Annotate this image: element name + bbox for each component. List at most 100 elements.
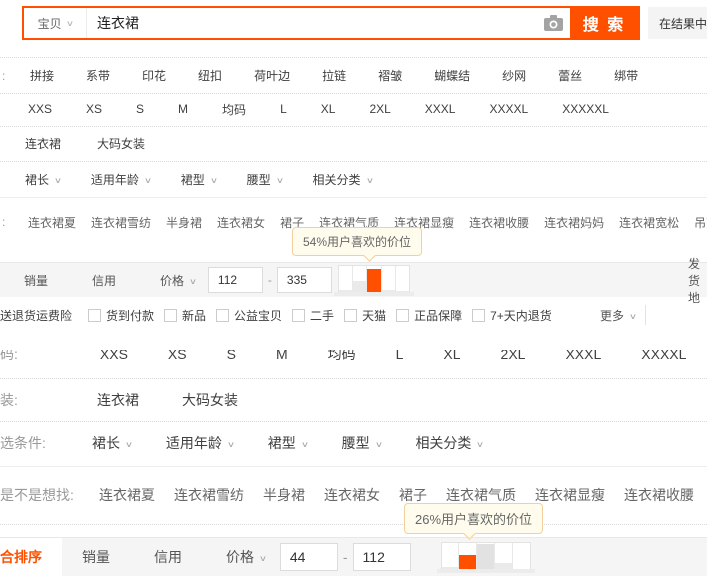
related-search-link[interactable]: 连衣裙雪纺 [174, 485, 244, 505]
price-max-input[interactable] [352, 543, 411, 571]
price-min-input[interactable] [279, 543, 338, 571]
related-search-link[interactable]: 连衣裙女 [324, 485, 380, 505]
size-option[interactable]: L [280, 102, 287, 116]
size-option[interactable]: XS [86, 102, 102, 116]
histogram-bar-fill [477, 544, 494, 571]
style-tag[interactable]: 系带 [86, 67, 110, 84]
attribute-dropdown[interactable]: 裙长 [92, 433, 132, 453]
category-option[interactable]: 连衣裙 [25, 135, 61, 152]
histogram-bar[interactable] [459, 543, 478, 571]
sort-by-credit[interactable]: 信用 [154, 547, 182, 567]
size-option[interactable]: 2XL [369, 102, 390, 116]
size-option[interactable]: XXXL [565, 350, 601, 362]
search-input[interactable] [87, 8, 536, 38]
size-option[interactable]: 均码 [328, 350, 356, 364]
attribute-dropdown[interactable]: 裙型 [181, 171, 217, 188]
service-checkbox[interactable]: 7+天内退货 [472, 307, 552, 324]
related-search-link[interactable]: 连衣裙收腰 [624, 485, 694, 505]
size-option[interactable]: S [136, 102, 144, 116]
related-search-link[interactable]: 裙子 [399, 485, 427, 505]
related-search-link[interactable]: 连衣裙宽松 [619, 214, 679, 231]
size-option[interactable]: XL [443, 350, 460, 362]
size-option[interactable]: M [178, 102, 188, 116]
size-option[interactable]: S [227, 350, 236, 362]
size-option[interactable]: 均码 [222, 101, 246, 118]
size-option[interactable]: 2XL [501, 350, 526, 362]
camera-icon[interactable] [536, 8, 570, 38]
sort-by-sales[interactable]: 销量 [24, 272, 48, 289]
size-option[interactable]: XXXXL [641, 350, 686, 362]
service-checkbox[interactable]: 天猫 [344, 307, 386, 324]
related-search-link[interactable]: 连衣裙显瘦 [535, 485, 605, 505]
related-search-link[interactable]: 连衣裙妈妈 [544, 214, 604, 231]
attribute-dropdown[interactable]: 相关分类 [415, 433, 483, 453]
attribute-dropdown[interactable]: 裙型 [268, 433, 308, 453]
size-option[interactable]: XXXXL [489, 102, 528, 116]
service-checkbox[interactable]: 正品保障 [396, 307, 462, 324]
attribute-dropdown[interactable]: 腰型 [247, 171, 283, 188]
related-search-link[interactable]: 连衣裙雪纺 [91, 214, 151, 231]
related-search-link[interactable]: 连衣裙夏 [28, 214, 76, 231]
style-tag[interactable]: 纱网 [502, 67, 526, 84]
sort-by-price[interactable]: 价格 [160, 272, 196, 289]
histogram-bar[interactable] [512, 543, 530, 571]
histogram-bar[interactable] [367, 266, 382, 294]
service-checkbox[interactable]: 公益宝贝 [216, 307, 282, 324]
style-tag[interactable]: 蕾丝 [558, 67, 582, 84]
attribute-dropdown[interactable]: 相关分类 [313, 171, 373, 188]
category-option[interactable]: 大码女装 [97, 135, 145, 152]
histogram-bar[interactable] [441, 543, 460, 571]
related-search-link[interactable]: 半身裙 [166, 214, 202, 231]
search-button[interactable]: 搜 索 [570, 8, 638, 38]
attribute-dropdown[interactable]: 腰型 [342, 433, 382, 453]
related-searches-row: 是不是想找: 连衣裙夏 连衣裙雪纺 半身裙 连衣裙女 裙子 连衣裙气质 连衣裙显瘦 连衣裙收腰 [0, 466, 707, 525]
size-option[interactable]: XS [168, 350, 187, 362]
histogram-bar[interactable] [395, 266, 409, 294]
attribute-dropdown[interactable]: 适用年龄 [91, 171, 151, 188]
style-tag[interactable]: 拼接 [30, 67, 54, 84]
search-category-dropdown[interactable]: 宝贝 ∨ [24, 8, 87, 38]
shipping-insurance-label[interactable]: 送退货运费险 [0, 307, 72, 324]
related-search-link[interactable]: 连衣裙气质 [446, 485, 516, 505]
category-option[interactable]: 连衣裙 [97, 390, 139, 410]
related-search-link[interactable]: 连衣裙夏 [99, 485, 155, 505]
category-option[interactable]: 大码女装 [182, 390, 238, 410]
more-filters-button[interactable]: 更多 [600, 307, 636, 324]
service-checkbox[interactable]: 新品 [164, 307, 206, 324]
histogram-bar[interactable] [477, 543, 495, 571]
price-max-input[interactable] [276, 267, 332, 293]
search-in-results-button[interactable]: 在结果中 [648, 7, 707, 39]
style-tag[interactable]: 蝴蝶结 [434, 67, 470, 84]
histogram-bar[interactable] [381, 266, 396, 294]
related-search-link[interactable]: 连衣裙收腰 [469, 214, 529, 231]
related-search-link[interactable]: 吊带裙 [694, 214, 707, 231]
size-option[interactable]: XXS [100, 350, 128, 362]
size-option[interactable]: XXXL [425, 102, 456, 116]
style-tag[interactable]: 拉链 [322, 67, 346, 84]
related-search-link[interactable]: 半身裙 [263, 485, 305, 505]
sort-by-credit[interactable]: 信用 [92, 272, 116, 289]
service-checkbox[interactable]: 二手 [292, 307, 334, 324]
sort-by-sales[interactable]: 销量 [82, 547, 110, 567]
category-filter-row: 连衣裙 大码女装 [0, 126, 707, 162]
size-option[interactable]: XL [321, 102, 336, 116]
attribute-dropdown[interactable]: 适用年龄 [166, 433, 234, 453]
sort-composite-active-tab[interactable]: 合排序 [0, 538, 62, 576]
style-tag[interactable]: 荷叶边 [254, 67, 290, 84]
style-tag[interactable]: 绑带 [614, 67, 638, 84]
style-tag[interactable]: 印花 [142, 67, 166, 84]
size-option[interactable]: XXXXXL [562, 102, 609, 116]
histogram-bar[interactable] [494, 543, 513, 571]
histogram-bar[interactable] [338, 266, 354, 294]
histogram-bar[interactable] [353, 266, 368, 294]
attribute-dropdown[interactable]: 裙长 [25, 171, 61, 188]
sort-by-price[interactable]: 价格 [226, 547, 266, 567]
size-option[interactable]: L [396, 350, 404, 362]
size-option[interactable]: M [276, 350, 288, 362]
service-checkbox[interactable]: 货到付款 [88, 307, 154, 324]
price-min-input[interactable] [207, 267, 263, 293]
style-tag[interactable]: 褶皱 [378, 67, 402, 84]
style-tag[interactable]: 纽扣 [198, 67, 222, 84]
related-search-link[interactable]: 连衣裙女 [217, 214, 265, 231]
size-option[interactable]: XXS [28, 102, 52, 116]
